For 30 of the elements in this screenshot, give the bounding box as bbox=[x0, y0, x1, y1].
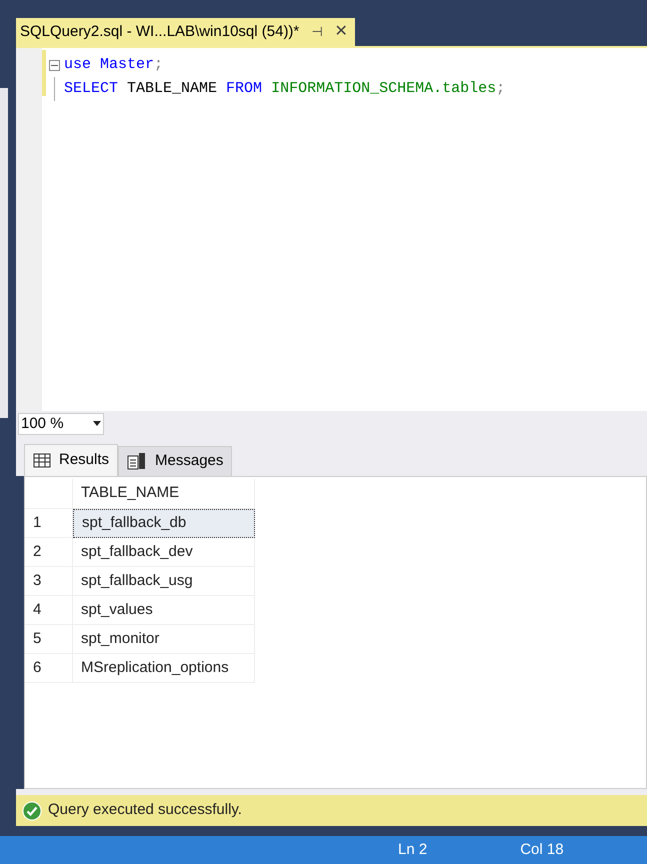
zoom-dropdown[interactable]: 100 % bbox=[18, 412, 104, 435]
code-editor[interactable]: use Master; SELECT TABLE_NAME FROM INFORMATION_SCHEMA.tables; bbox=[16, 48, 647, 412]
line-indicator: Ln 2 bbox=[398, 840, 428, 860]
check-icon bbox=[22, 800, 42, 821]
result-tab[interactable]: Messages bbox=[118, 446, 232, 476]
tab-title: SQLQuery2.sql - WI...LAB\win10sql (54))* bbox=[20, 22, 300, 42]
result-tab[interactable]: Results bbox=[24, 444, 118, 476]
table-cell[interactable]: spt_fallback_usg bbox=[73, 566, 255, 596]
row-number: 5 bbox=[25, 624, 73, 654]
table-cell[interactable]: MSreplication_options bbox=[73, 654, 255, 683]
table-cell[interactable]: spt_monitor bbox=[73, 624, 255, 654]
pin-icon[interactable]: ⊣ bbox=[311, 22, 322, 42]
caret-icon bbox=[93, 421, 101, 426]
table-cell[interactable]: spt_fallback_dev bbox=[73, 538, 255, 567]
table-cell[interactable]: spt_values bbox=[73, 596, 255, 625]
document-tab[interactable]: SQLQuery2.sql - WI...LAB\win10sql (54))* ⊣ ✕ bbox=[16, 18, 356, 46]
row-number: 3 bbox=[25, 566, 73, 596]
status-message: Query executed successfully. bbox=[48, 800, 242, 820]
row-number: 4 bbox=[25, 596, 73, 625]
document-icon bbox=[127, 452, 148, 470]
column-indicator: Col 18 bbox=[520, 840, 564, 860]
table-cell[interactable]: spt_fallback_db bbox=[73, 508, 255, 538]
collapse-icon[interactable] bbox=[48, 60, 60, 70]
close-icon[interactable]: ✕ bbox=[334, 20, 348, 44]
row-number: 2 bbox=[25, 538, 73, 567]
row-number: 6 bbox=[25, 654, 73, 683]
grid-icon bbox=[33, 452, 51, 468]
code-line: SELECT TABLE_NAME FROM INFORMATION_SCHEMA.tables; bbox=[64, 78, 506, 99]
grid-corner-cell[interactable] bbox=[25, 478, 73, 509]
code-line: use Master; bbox=[64, 54, 164, 75]
